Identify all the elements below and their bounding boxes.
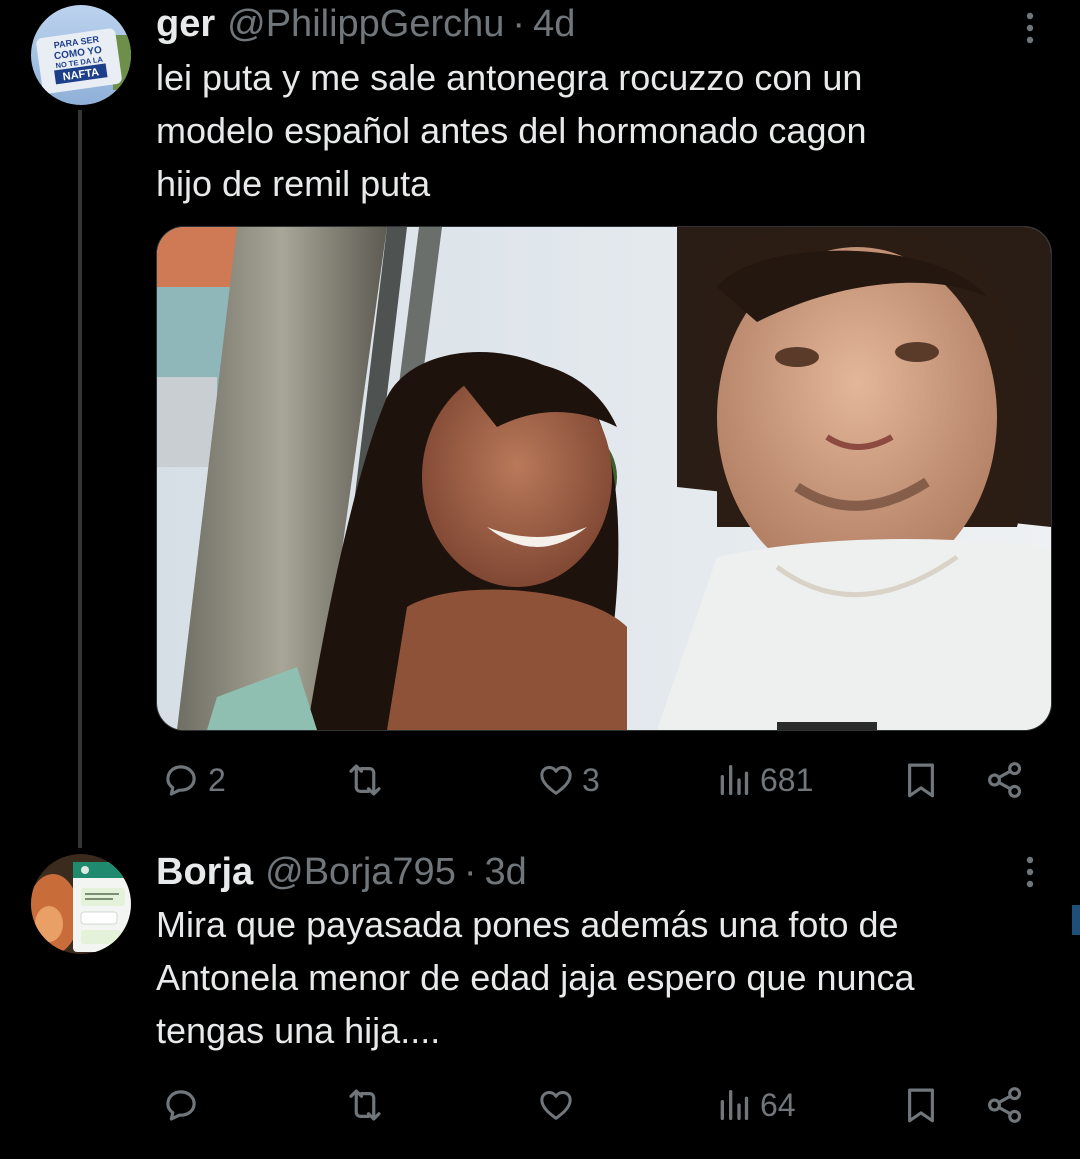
views-count: 64: [760, 1086, 796, 1123]
tweet[interactable]: PARA SER COMO YO NO TE DA LA NAFTA ger @…: [0, 0, 1080, 848]
views-icon: [714, 1085, 754, 1125]
retweet-button[interactable]: [342, 755, 394, 805]
display-name[interactable]: ger: [156, 0, 215, 48]
tweet-text: Mira que payasada pones además una foto …: [156, 904, 915, 1051]
scrollbar-thumb[interactable]: [1072, 905, 1080, 935]
tweet-photo[interactable]: [156, 226, 1052, 731]
like-icon: [536, 1085, 576, 1125]
share-icon: [984, 759, 1026, 801]
separator-dot: ·: [512, 3, 526, 45]
like-icon: [536, 760, 576, 800]
user-handle[interactable]: @Borja795: [265, 848, 456, 896]
reply-icon: [160, 759, 202, 801]
thread-line: [78, 110, 82, 848]
display-name[interactable]: Borja: [156, 848, 253, 896]
bookmark-icon: [900, 759, 942, 801]
reply-button[interactable]: 2: [160, 755, 226, 805]
reply-icon: [160, 1084, 202, 1126]
like-count: 3: [582, 761, 600, 798]
timestamp[interactable]: 4d: [533, 0, 575, 48]
retweet-icon: [342, 1084, 388, 1126]
views-count: 681: [760, 761, 814, 798]
tweet-header: ger @PhilippGerchu · 4d: [156, 0, 575, 48]
like-button[interactable]: 3: [536, 755, 600, 805]
views-icon: [714, 760, 754, 800]
user-handle[interactable]: @PhilippGerchu: [227, 0, 504, 48]
more-icon[interactable]: [1018, 852, 1042, 892]
tweet-text: lei puta y me sale antonegra rocuzzo con…: [156, 57, 867, 204]
separator-dot: ·: [463, 851, 477, 893]
timestamp[interactable]: 3d: [484, 848, 526, 896]
share-button[interactable]: [984, 755, 1026, 805]
more-icon[interactable]: [1018, 8, 1042, 48]
tweet[interactable]: Borja @Borja795 · 3d Mira que payasada p…: [0, 840, 1080, 1159]
tweet-actions: 2 3 681: [156, 755, 1036, 805]
reply-button[interactable]: [160, 1080, 208, 1130]
views-button[interactable]: 64: [714, 1080, 796, 1130]
tweet-header: Borja @Borja795 · 3d: [156, 848, 527, 896]
bookmark-icon: [900, 1084, 942, 1126]
like-button[interactable]: [536, 1080, 582, 1130]
retweet-icon: [342, 759, 388, 801]
bookmark-button[interactable]: [900, 755, 942, 805]
avatar[interactable]: PARA SER COMO YO NO TE DA LA NAFTA: [31, 5, 131, 105]
bookmark-button[interactable]: [900, 1080, 942, 1130]
avatar[interactable]: [31, 854, 131, 954]
share-icon: [984, 1084, 1026, 1126]
tweet-actions: 64: [156, 1080, 1036, 1130]
reply-count: 2: [208, 761, 226, 798]
share-button[interactable]: [984, 1080, 1026, 1130]
views-button[interactable]: 681: [714, 755, 813, 805]
retweet-button[interactable]: [342, 1080, 394, 1130]
